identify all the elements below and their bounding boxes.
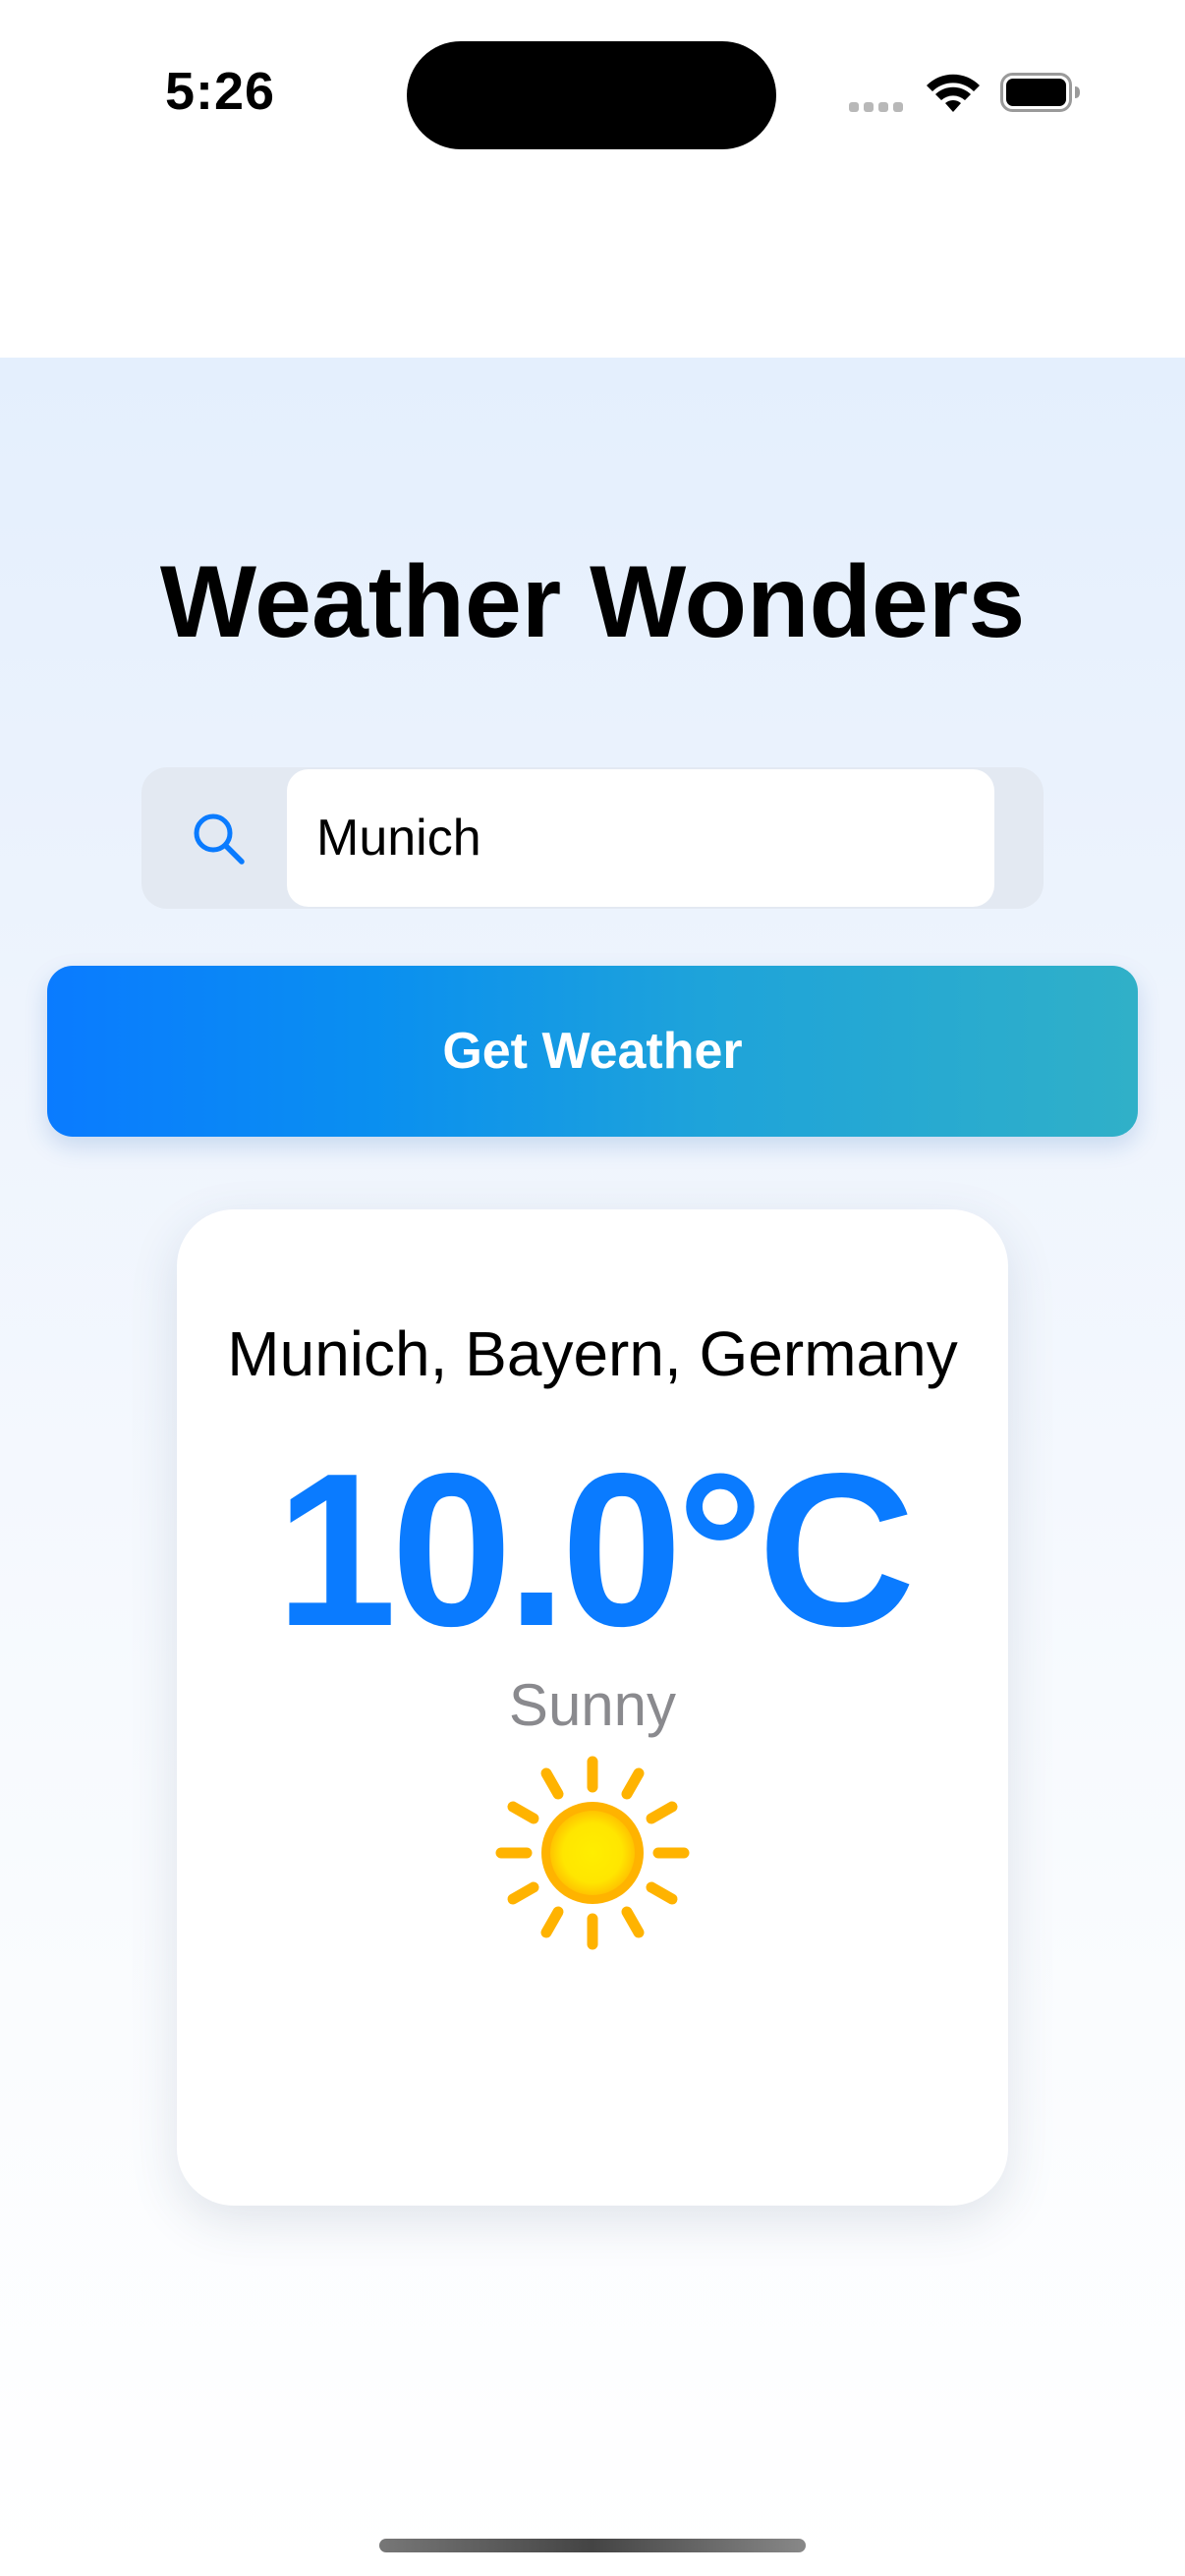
home-indicator[interactable] (379, 2539, 806, 2552)
search-bar (141, 767, 1044, 909)
temperature-value: 10.0°C (275, 1428, 915, 1672)
wifi-icon (927, 74, 980, 112)
weather-card: Munich, Bayern, Germany 10.0°C Sunny (177, 1209, 1008, 2206)
page-title: Weather Wonders (159, 545, 1026, 659)
weather-condition: Sunny (508, 1672, 677, 1738)
status-bar: 5:26 (0, 0, 1185, 187)
sun-icon (495, 1756, 690, 1950)
app-screen: 5:26 Weather Wonders Get Weather M (0, 0, 1185, 2576)
battery-icon (1000, 73, 1080, 112)
location-label: Munich, Bayern, Germany (227, 1318, 958, 1389)
cellular-signal-icon (849, 102, 908, 114)
city-search-input[interactable] (287, 769, 994, 907)
status-time: 5:26 (165, 62, 276, 121)
search-icon (194, 813, 245, 865)
dynamic-island (407, 41, 776, 149)
main-content: Weather Wonders Get Weather Munich, Baye… (0, 358, 1185, 2576)
get-weather-button[interactable]: Get Weather (47, 966, 1138, 1137)
